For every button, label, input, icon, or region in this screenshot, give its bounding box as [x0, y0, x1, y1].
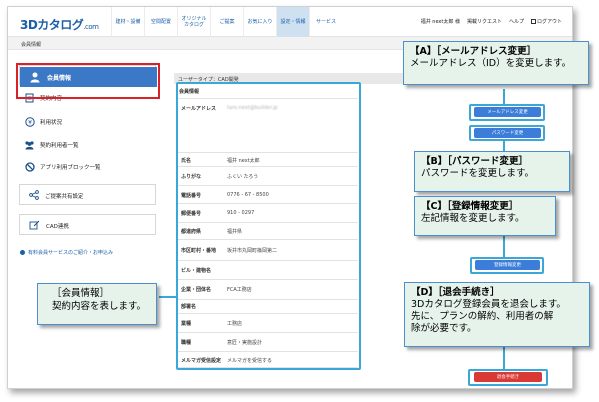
nav-space-layout[interactable]: 空間配置: [144, 7, 177, 37]
logout-label: ログアウト: [536, 19, 562, 25]
nav-settings[interactable]: 設定・情報: [276, 7, 309, 37]
request-link[interactable]: 掲載リクエスト: [467, 18, 502, 25]
breadcrumb: 会員情報: [21, 42, 42, 48]
callout-email-change: 【A】［メールアドレス変更］ メールアドレス（ID）を変更します。: [403, 41, 589, 85]
svg-text:¥: ¥: [28, 119, 32, 126]
password-change-button[interactable]: パスワード変更: [474, 128, 541, 138]
withdraw-button[interactable]: 退会手続き: [474, 372, 542, 382]
connector-d: [503, 345, 505, 370]
nav-original-catalog[interactable]: オリジナル カタログ: [177, 7, 210, 37]
help-link[interactable]: ヘルプ: [509, 18, 524, 25]
paid-service-link[interactable]: 有料会員サービスのご紹介・お申込み: [20, 249, 113, 256]
callout-d-title: 【D】［退会手続き］: [411, 287, 500, 298]
block-icon: [24, 162, 35, 173]
logout-link[interactable]: ログアウト: [530, 18, 562, 25]
callout-b-title: 【B】［パスワード変更］: [421, 156, 528, 167]
callout-withdraw: 【D】［退会手続き］ 3Dカタログ登録会員を退会します。 先に、プランの解約、利…: [404, 282, 590, 347]
connector-c: [503, 234, 505, 259]
connector-info: [159, 296, 177, 298]
callout-password-change: 【B】［パスワード変更］ パスワードを変更します。: [414, 151, 570, 192]
sidebar-item-app-block[interactable]: アプリ利用ブロック一覧: [24, 160, 101, 174]
email-change-button[interactable]: メールアドレス変更: [474, 107, 541, 117]
share-icon: [29, 190, 39, 202]
nav-materials[interactable]: 建材・設備: [111, 7, 144, 37]
callout-a-text: メールアドレス（ID）を変更します。: [410, 58, 572, 69]
nav-favorites[interactable]: お気に入り: [243, 7, 276, 37]
connector-a: [503, 89, 505, 105]
nav-service[interactable]: サービス: [309, 7, 342, 37]
sidebar-item-usage[interactable]: ¥ 利用状況: [24, 115, 62, 129]
callout-member-info: ［会員情報］ 契約内容を表します。: [37, 283, 157, 325]
sidebar-item-cad[interactable]: CAD連携: [19, 214, 156, 235]
yen-icon: ¥: [24, 117, 35, 128]
sidebar-item-label: アプリ利用ブロック一覧: [40, 165, 101, 171]
cad-icon: [29, 220, 40, 232]
top-navigation: 3Dカタログ.com 建材・設備 空間配置 オリジナル カタログ ご提案 お気に…: [8, 7, 572, 37]
site-logo[interactable]: 3Dカタログ.com: [20, 16, 99, 33]
sidebar-item-share-settings[interactable]: ご提案共有設定: [19, 184, 156, 205]
sidebar-item-label: 契約利用者一覧: [40, 143, 79, 149]
main-nav: 建材・設備 空間配置 オリジナル カタログ ご提案 お気に入り 設定・情報 サー…: [111, 7, 342, 37]
member-info-red-highlight: [16, 63, 160, 99]
callout-c-title: 【C】［登録情報変更］: [421, 201, 519, 212]
logo-text: 3Dカタログ: [20, 18, 84, 32]
user-name: 福井 next太郎 様: [420, 19, 460, 25]
sidebar-item-label: 利用状況: [40, 120, 63, 126]
callout-a-title: 【A】［メールアドレス変更］: [410, 46, 537, 57]
nav-proposal[interactable]: ご提案: [210, 7, 243, 37]
member-info-highlight: [176, 82, 361, 370]
callout-info-text: 契約内容を表します。: [52, 301, 147, 312]
logout-icon: [530, 19, 536, 24]
callout-info-title: ［会員情報］: [52, 288, 110, 299]
circle-arrow-icon: [20, 250, 25, 255]
sidebar-item-label: ご提案共有設定: [45, 194, 84, 200]
paid-service-label: 有料会員サービスのご紹介・お申込み: [28, 250, 114, 256]
sidebar-item-label: CAD連携: [46, 224, 69, 230]
callout-info-change: 【C】［登録情報変更］ 左記情報を変更します。: [414, 196, 556, 236]
callout-b-text: パスワードを変更します。: [421, 168, 535, 179]
sidebar-item-users[interactable]: 契約利用者一覧: [24, 138, 79, 152]
callout-d-text-3: 除が必要です。: [411, 323, 477, 334]
users-icon: [24, 140, 35, 151]
info-change-button[interactable]: 登録情報変更: [475, 260, 540, 270]
utility-menu: 福井 next太郎 様 掲載リクエスト ヘルプ ログアウト: [421, 18, 562, 25]
callout-d-text-2: 先に、プランの解約、利用者の解: [411, 311, 554, 322]
callout-c-text: 左記情報を変更します。: [421, 213, 525, 224]
callout-d-text-1: 3Dカタログ登録会員を退会します。: [411, 299, 566, 310]
logo-suffix: .com: [83, 23, 99, 31]
